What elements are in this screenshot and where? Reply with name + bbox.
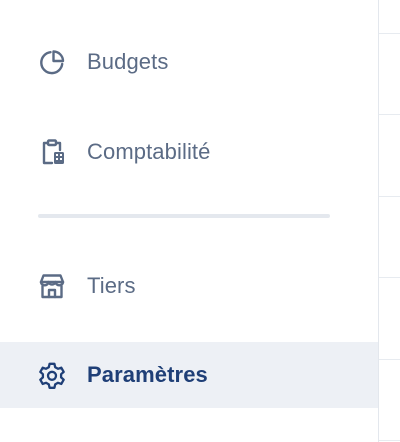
sidebar-item-comptabilite[interactable]: Comptabilité — [0, 119, 378, 185]
sidebar-divider — [38, 214, 330, 218]
sidebar-item-budgets[interactable]: Budgets — [0, 29, 378, 95]
sidebar-item-label: Comptabilité — [87, 139, 211, 164]
sidebar-item-label: Paramètres — [87, 362, 208, 387]
row-divider — [379, 114, 400, 115]
sidebar-item-parametres[interactable]: Paramètres — [0, 342, 378, 408]
row-divider — [379, 33, 400, 34]
sidebar-item-tiers[interactable]: Tiers — [0, 253, 378, 319]
storefront-icon — [37, 271, 67, 301]
row-divider — [379, 440, 400, 441]
row-divider — [379, 196, 400, 197]
gear-icon — [37, 360, 67, 390]
row-divider — [379, 359, 400, 360]
sidebar-item-label: Tiers — [87, 273, 136, 298]
sidebar-item-label: Budgets — [87, 49, 169, 74]
sidebar-nav: Budgets Comptabilité Tiers Paramètres — [0, 0, 379, 442]
clipboard-calculator-icon — [37, 137, 67, 167]
pie-chart-icon — [37, 47, 67, 77]
app-page: Budgets Comptabilité Tiers Paramètres — [0, 0, 400, 442]
main-content-edge — [379, 0, 400, 442]
row-divider — [379, 277, 400, 278]
